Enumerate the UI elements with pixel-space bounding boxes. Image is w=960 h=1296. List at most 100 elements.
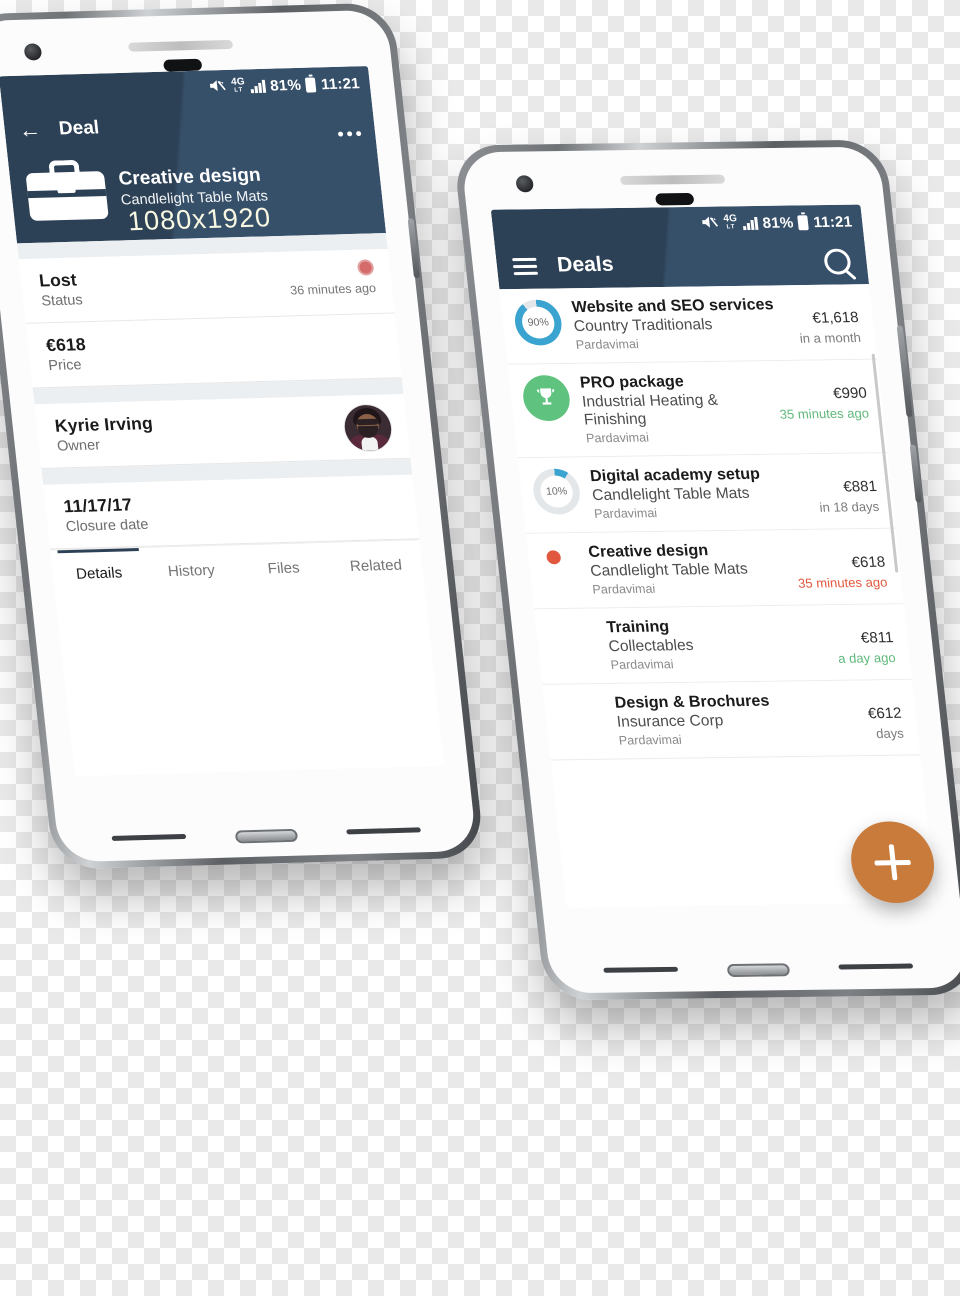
bottom-speaker-left [603, 966, 679, 973]
screen-left: 4G LT 81% 11:21 ← Deal Creative design C… [0, 65, 444, 777]
mute-icon [208, 77, 227, 96]
detail-tabs[interactable]: Details History Files Related [50, 539, 425, 599]
deal-list-item[interactable]: Training Collectables Pardavimai €811 a day … [534, 604, 913, 685]
deal-subtitle: Candlelight Table Mats [120, 188, 269, 209]
deal-hero: Creative design Candlelight Table Mats [7, 142, 386, 244]
usb-port [726, 963, 791, 978]
page-title-deals: Deals [555, 252, 615, 277]
usb-port [234, 828, 299, 844]
bottom-speaker-right [838, 963, 914, 970]
deal-title: Training [605, 618, 671, 637]
clock-label: 11:21 [320, 74, 361, 93]
deal-title: Creative design [587, 542, 709, 561]
deal-title: Digital academy setup [589, 465, 761, 486]
tab-related[interactable]: Related [327, 540, 424, 590]
progress-percent-label: 90% [527, 316, 550, 329]
detail-row[interactable]: 11/17/17 Closure date [43, 474, 420, 550]
row-timestamp: 36 minutes ago [289, 281, 377, 298]
detail-row[interactable]: Lost Status 36 minutes ago [18, 248, 395, 324]
network-type-label: 4G LT [722, 213, 738, 231]
deal-tag: Pardavimai [609, 657, 675, 673]
composition-stage: 4G LT 81% 11:21 Deals 90% Website and SE… [0, 0, 960, 1296]
deal-text-block: PRO package Industrial Heating & Finishin… [579, 372, 771, 445]
deal-detail-rows: Lost Status 36 minutes ago €618 Price Kyrie I… [18, 248, 420, 550]
deal-text-block: Creative design Candlelight Table Mats Par… [587, 541, 787, 596]
deal-list-item[interactable]: 10% Digital academy setup Candlelight Tabl… [517, 453, 896, 534]
status-dot-icon [356, 259, 375, 276]
deal-price: €990 [832, 384, 868, 403]
deal-meta-block: €612 days [866, 691, 905, 741]
deal-title: PRO package [579, 373, 685, 392]
deal-price: €811 [860, 629, 895, 647]
row-meta: 36 minutes ago [287, 259, 377, 297]
earpiece-speaker [127, 39, 234, 52]
hamburger-menu-icon[interactable] [512, 253, 539, 278]
search-icon [822, 248, 852, 275]
progress-percent-label: 10% [545, 485, 568, 498]
status-bar-left: 4G LT 81% 11:21 ← Deal Creative design C… [0, 65, 387, 244]
battery-percent-label: 81% [761, 213, 795, 232]
proximity-sensor [163, 58, 203, 72]
deal-title: Creative design [117, 164, 262, 190]
deal-due-label: 35 minutes ago [778, 405, 870, 422]
network-type-label: 4G LT [230, 76, 246, 94]
deal-meta-block: €618 35 minutes ago [793, 540, 888, 591]
deal-list-item[interactable]: Creative design Candlelight Table Mats Par… [525, 528, 904, 610]
tab-history[interactable]: History [143, 545, 240, 595]
overflow-menu-icon[interactable] [337, 131, 362, 143]
badge-placeholder [547, 619, 598, 665]
deal-list-item[interactable]: Design & Brochures Insurance Corp Pardavim… [542, 679, 921, 761]
deal-price: €618 [850, 553, 887, 572]
back-arrow-icon[interactable]: ← [17, 117, 42, 142]
deal-meta-block: €1,618 in a month [795, 295, 862, 346]
tab-files[interactable]: Files [235, 543, 332, 593]
deal-company: Collectables [607, 637, 695, 656]
deal-due-label: a day ago [837, 650, 897, 666]
tab-details[interactable]: Details [50, 548, 147, 598]
detail-row[interactable]: Kyrie Irving Owner [34, 394, 411, 469]
front-camera-icon [23, 43, 43, 61]
battery-icon [797, 214, 810, 230]
deal-company: Industrial Heating & Finishing [581, 391, 719, 429]
app-bar-right: Deals [494, 238, 869, 289]
deal-list-item[interactable]: PRO package Industrial Heating & Finishin… [507, 359, 888, 459]
phone-device-right: 4G LT 81% 11:21 Deals 90% Website and SE… [452, 139, 960, 1001]
proximity-sensor [654, 192, 695, 206]
deal-meta-block: €990 35 minutes ago [775, 371, 870, 422]
battery-icon [305, 76, 317, 93]
front-camera-icon [515, 175, 535, 193]
deal-meta-block: €811 a day ago [834, 615, 897, 666]
deal-due-label: in 18 days [818, 499, 880, 515]
search-button[interactable] [822, 248, 852, 275]
clock-label: 11:21 [812, 213, 854, 231]
deal-text-block: Training Collectables Pardavimai [606, 616, 828, 672]
trophy-icon [520, 374, 573, 422]
deal-tag: Pardavimai [593, 506, 658, 521]
deal-company: Country Traditionals [572, 316, 714, 335]
signal-bars-icon [742, 216, 759, 230]
deal-due-label: in a month [798, 330, 862, 346]
bottom-speaker-left [111, 833, 187, 841]
progress-ring-icon: 90% [512, 299, 564, 346]
deal-price: €612 [867, 704, 903, 723]
phone-device-left: 4G LT 81% 11:21 ← Deal Creative design C… [0, 2, 486, 870]
deal-company: Candlelight Table Mats [591, 484, 751, 504]
deal-text-block: Digital academy setup Candlelight Table M… [589, 465, 808, 521]
deal-tag: Pardavimai [575, 337, 640, 352]
badge-placeholder [556, 695, 607, 741]
detail-row[interactable]: €618 Price [25, 313, 402, 389]
signal-bars-icon [250, 79, 266, 93]
deal-tag: Pardavimai [591, 581, 656, 597]
deal-list-item[interactable]: 90% Website and SEO services Country Tradi… [499, 284, 878, 365]
deal-due-label: days [875, 725, 905, 741]
deals-list[interactable]: 90% Website and SEO services Country Tradi… [499, 284, 921, 761]
progress-ring-icon: 10% [531, 468, 583, 515]
mute-icon [701, 214, 720, 233]
deal-price: €1,618 [811, 309, 860, 327]
battery-percent-label: 81% [269, 76, 302, 95]
deal-meta-block: €881 in 18 days [815, 464, 880, 515]
bottom-speaker-right [346, 827, 421, 835]
deal-tag: Pardavimai [585, 430, 650, 446]
deal-title: Website and SEO services [570, 296, 775, 317]
briefcase-icon [24, 159, 109, 221]
